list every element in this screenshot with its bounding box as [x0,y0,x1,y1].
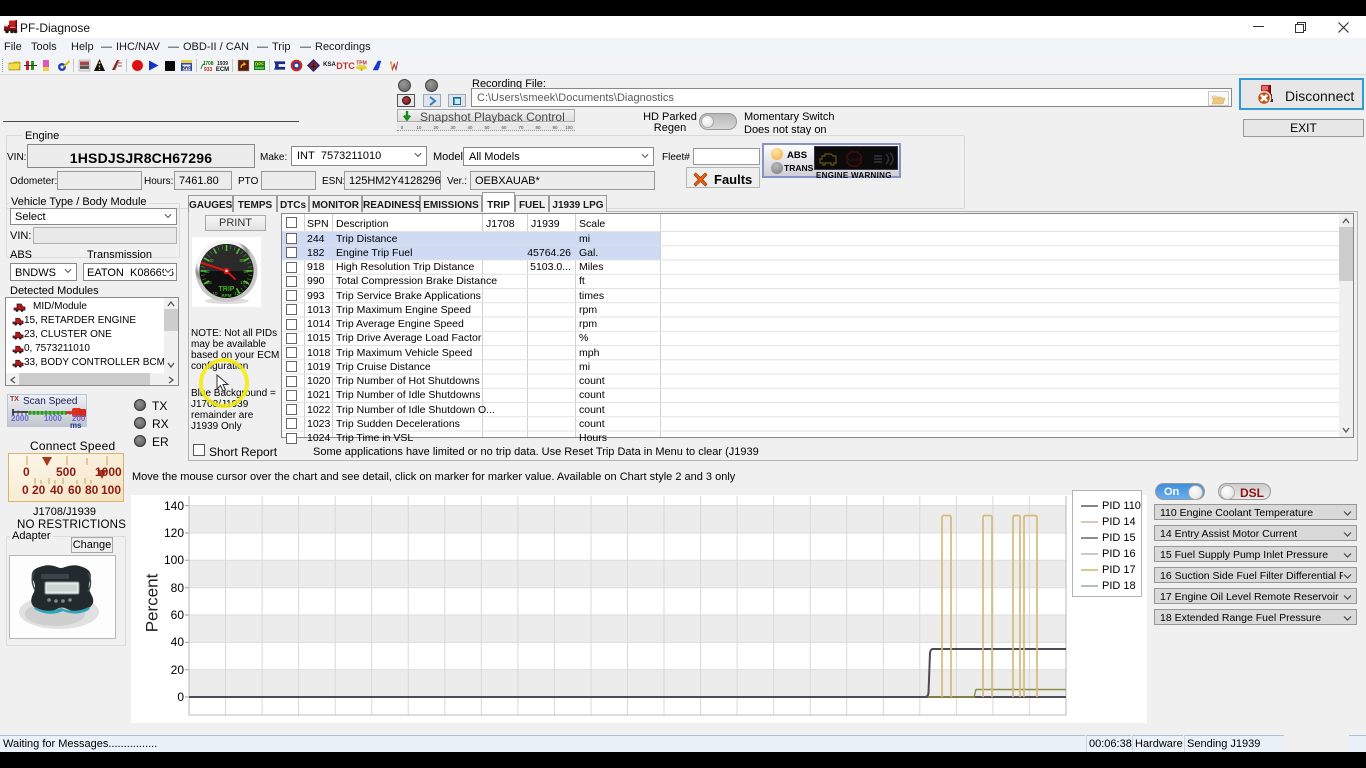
svg-text:50: 50 [485,125,490,130]
svg-text:TRIP: TRIP [219,286,235,293]
svg-text:DTC: DTC [336,61,355,71]
svg-text:80: 80 [536,125,541,130]
svg-text:40: 40 [468,125,473,130]
svg-text:80: 80 [239,258,245,263]
svg-text:RPM: RPM [222,293,232,298]
svg-text:0: 0 [22,483,29,497]
svg-text:ECM: ECM [216,67,229,73]
svg-text:120: 120 [234,291,242,296]
svg-text:100: 100 [240,280,248,285]
svg-text:20: 20 [206,280,212,285]
svg-text:60: 60 [68,483,82,497]
svg-text:40: 40 [208,258,214,263]
svg-text:30: 30 [451,125,456,130]
svg-text:0: 0 [23,465,30,479]
svg-text:DPF: DPF [255,62,264,67]
svg-text:90: 90 [243,269,249,274]
svg-text:500: 500 [56,465,76,479]
svg-text:BRP: BRP [182,66,192,71]
svg-text:80: 80 [85,483,99,497]
svg-text:30: 30 [204,269,210,274]
svg-text:STOP: STOP [848,157,861,162]
svg-text:20: 20 [32,483,46,497]
svg-text:70: 70 [519,125,524,130]
svg-text:1000: 1000 [95,465,122,479]
svg-text:10: 10 [212,291,218,296]
svg-text:933: 933 [204,67,213,73]
svg-text:0: 0 [401,125,404,130]
svg-text:100: 100 [101,483,121,497]
svg-text:10: 10 [417,125,422,130]
svg-text:40: 40 [50,483,64,497]
svg-text:20: 20 [434,125,439,130]
svg-text:60: 60 [502,125,507,130]
svg-text:90: 90 [553,125,558,130]
svg-text:100: 100 [565,125,573,130]
